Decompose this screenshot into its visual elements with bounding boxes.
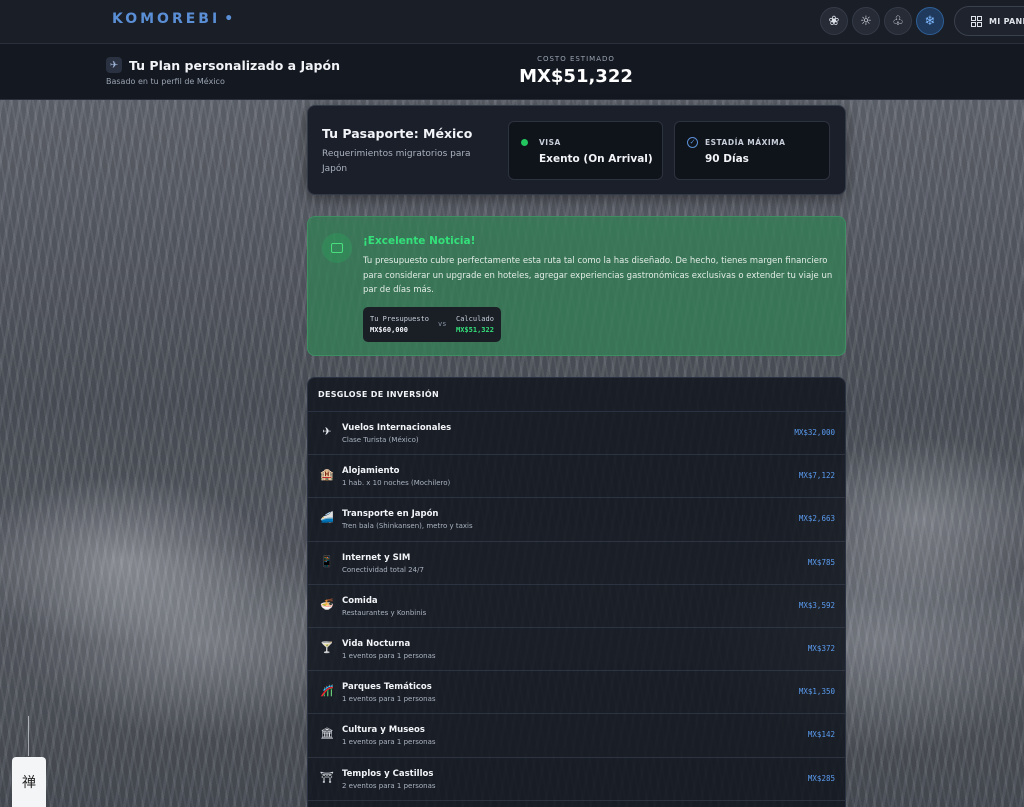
passport-title: Tu Pasaporte: México [322, 126, 473, 141]
budget-label: Tu Presupuesto [370, 315, 430, 323]
snowflake-theme-button[interactable]: ❄ [916, 7, 944, 35]
estimated-cost-value: MX$51,322 [519, 66, 633, 87]
max-stay-box: ✓ ESTADÍA MÁXIMA 90 Días [674, 121, 830, 180]
budget-value: MX$60,000 [370, 326, 408, 334]
breakdown-item-description: Clase Turista (México) [342, 436, 419, 444]
cocktail-icon: 🍸 [320, 640, 334, 654]
breakdown-item-name: Alojamiento [342, 466, 400, 477]
breakdown-item-price: MX$142 [807, 730, 835, 740]
torii-gate-icon: ⛩ [320, 770, 334, 784]
visa-box: VISA Exento (On Arrival) [508, 121, 663, 180]
breakdown-item-price: MX$785 [807, 557, 835, 567]
breakdown-item-price: MX$32,000 [794, 428, 835, 437]
my-panel-label: MI PANEL [989, 16, 1024, 26]
budget-comparison: Tu Presupuesto MX$60,000 vs Calculado MX… [363, 307, 501, 342]
museum-icon: 🏛 [320, 727, 334, 741]
breakdown-row: ✈ Vuelos Internacionales Clase Turista (Mé… [308, 412, 845, 456]
breakdown-item-description: 1 eventos para 1 personas [342, 695, 436, 704]
investment-breakdown: DESGLOSE DE INVERSIÓN ✈ Vuelos Internacio… [307, 377, 846, 807]
budget-notice-card: ¡Excelente Noticia! Tu presupuesto cubre… [307, 216, 846, 356]
top-navbar: KOMOREBI• ❀ ☼ ♧ ❄ MI PANEL [0, 0, 1024, 44]
breakdown-row: 🏛 Cultura y Museos 1 eventos para 1 person… [308, 714, 845, 758]
visa-status-dot [521, 139, 528, 146]
breakdown-item-name: Internet y SIM [342, 552, 411, 563]
roller-coaster-icon: 🎢 [320, 684, 334, 698]
lotus-theme-button[interactable]: ❀ [820, 7, 848, 35]
max-stay-label: ESTADÍA MÁXIMA [705, 138, 786, 147]
calculated-value: MX$51,322 [456, 326, 494, 334]
breakdown-item-description: Restaurantes y Konbinis [342, 608, 427, 617]
sun-theme-icon: ☼ [860, 13, 872, 29]
breakdown-row: 🏨 Alojamiento 1 hab. x 10 noches (Mochiler… [308, 455, 845, 499]
tree-theme-icon: ♧ [892, 13, 904, 29]
snowflake-theme-icon: ❄ [924, 13, 936, 29]
train-icon: 🚄 [320, 511, 334, 525]
breakdown-item-description: 1 eventos para 1 personas [342, 651, 436, 660]
breakdown-item-price: MX$285 [807, 773, 835, 783]
estimated-cost-label: COSTO ESTIMADO [537, 55, 615, 63]
breakdown-item-name: Vuelos Internacionales [342, 423, 452, 433]
breakdown-row: 🎢 Parques Temáticos 1 eventos para 1 perso… [308, 671, 845, 715]
sun-theme-button[interactable]: ☼ [852, 7, 880, 35]
wallet-icon [322, 233, 352, 263]
breakdown-row: 🍜 Comida Restaurantes y Konbinis MX$3,592 [308, 585, 845, 628]
breakdown-item-price: MX$372 [807, 643, 835, 653]
breakdown-item-name: Comida [342, 595, 378, 606]
phone-icon: 📱 [320, 554, 334, 568]
hotel-icon: 🏨 [320, 468, 334, 482]
zen-divider [28, 716, 29, 756]
breakdown-item-name: Transporte en Japón [342, 509, 439, 520]
notice-text: Tu presupuesto cubre perfectamente esta … [363, 256, 833, 295]
tree-theme-button[interactable]: ♧ [884, 7, 912, 35]
breakdown-item-description: Tren bala (Shinkansen), metro y taxis [342, 522, 473, 531]
visa-value: Exento (On Arrival) [539, 153, 653, 165]
breakdown-item-description: 2 eventos para 1 personas [342, 781, 436, 790]
visa-label: VISA [539, 138, 561, 147]
passport-card: Tu Pasaporte: México Requerimientos migr… [307, 105, 846, 195]
plan-title: ✈ Tu Plan personalizado a Japón [106, 57, 340, 73]
plane-icon: ✈ [106, 57, 122, 73]
breakdown-item-description: 1 hab. x 10 noches (Mochilero) [342, 479, 451, 488]
app-logo[interactable]: KOMOREBI • [112, 11, 236, 27]
breakdown-item-price: MX$1,350 [798, 687, 835, 697]
notice-title: ¡Excelente Noticia! [363, 235, 476, 247]
breakdown-item-description: 1 eventos para 1 personas [342, 738, 436, 747]
my-panel-button[interactable]: MI PANEL [954, 6, 1024, 36]
breakdown-item-name: Cultura y Museos [342, 725, 425, 736]
grid-icon [971, 15, 982, 27]
breakdown-row: ⛩ Templos y Castillos 2 eventos para 1 per… [308, 758, 845, 801]
breakdown-row: 🍸 Vida Nocturna 1 eventos para 1 personas M… [308, 628, 845, 672]
breakdown-item-price: MX$2,663 [798, 514, 835, 524]
breakdown-item-name: Vida Nocturna [342, 638, 411, 649]
plan-header: ✈ Tu Plan personalizado a Japón Basado e… [0, 44, 1024, 100]
breakdown-item-price: MX$7,122 [798, 471, 835, 481]
breakdown-item-name: Templos y Castillos [342, 768, 434, 779]
check-circle-icon: ✓ [687, 137, 698, 148]
calculated-label: Calculado [456, 315, 494, 323]
max-stay-value: 90 Días [705, 153, 749, 165]
airplane-icon: ✈ [322, 425, 332, 438]
breakdown-row: 🚄 Transporte en Japón Tren bala (Shinkanse… [308, 498, 845, 542]
breakdown-item-price: MX$3,592 [798, 600, 835, 610]
passport-description: Requerimientos migratorios para Japón [322, 149, 471, 174]
vs-label: vs [438, 320, 447, 328]
plan-subtitle: Basado en tu perfil de México [106, 77, 225, 86]
zen-mode-button[interactable]: 禅 [12, 757, 46, 807]
breakdown-item-name: Parques Temáticos [342, 682, 432, 693]
noodles-icon: 🍜 [320, 597, 334, 611]
breakdown-row: 📱 Internet y SIM Conectividad total 24/7 MX… [308, 542, 845, 585]
lotus-theme-icon: ❀ [828, 13, 840, 29]
breakdown-item-description: Conectividad total 24/7 [342, 565, 424, 574]
breakdown-title: DESGLOSE DE INVERSIÓN [308, 378, 845, 412]
